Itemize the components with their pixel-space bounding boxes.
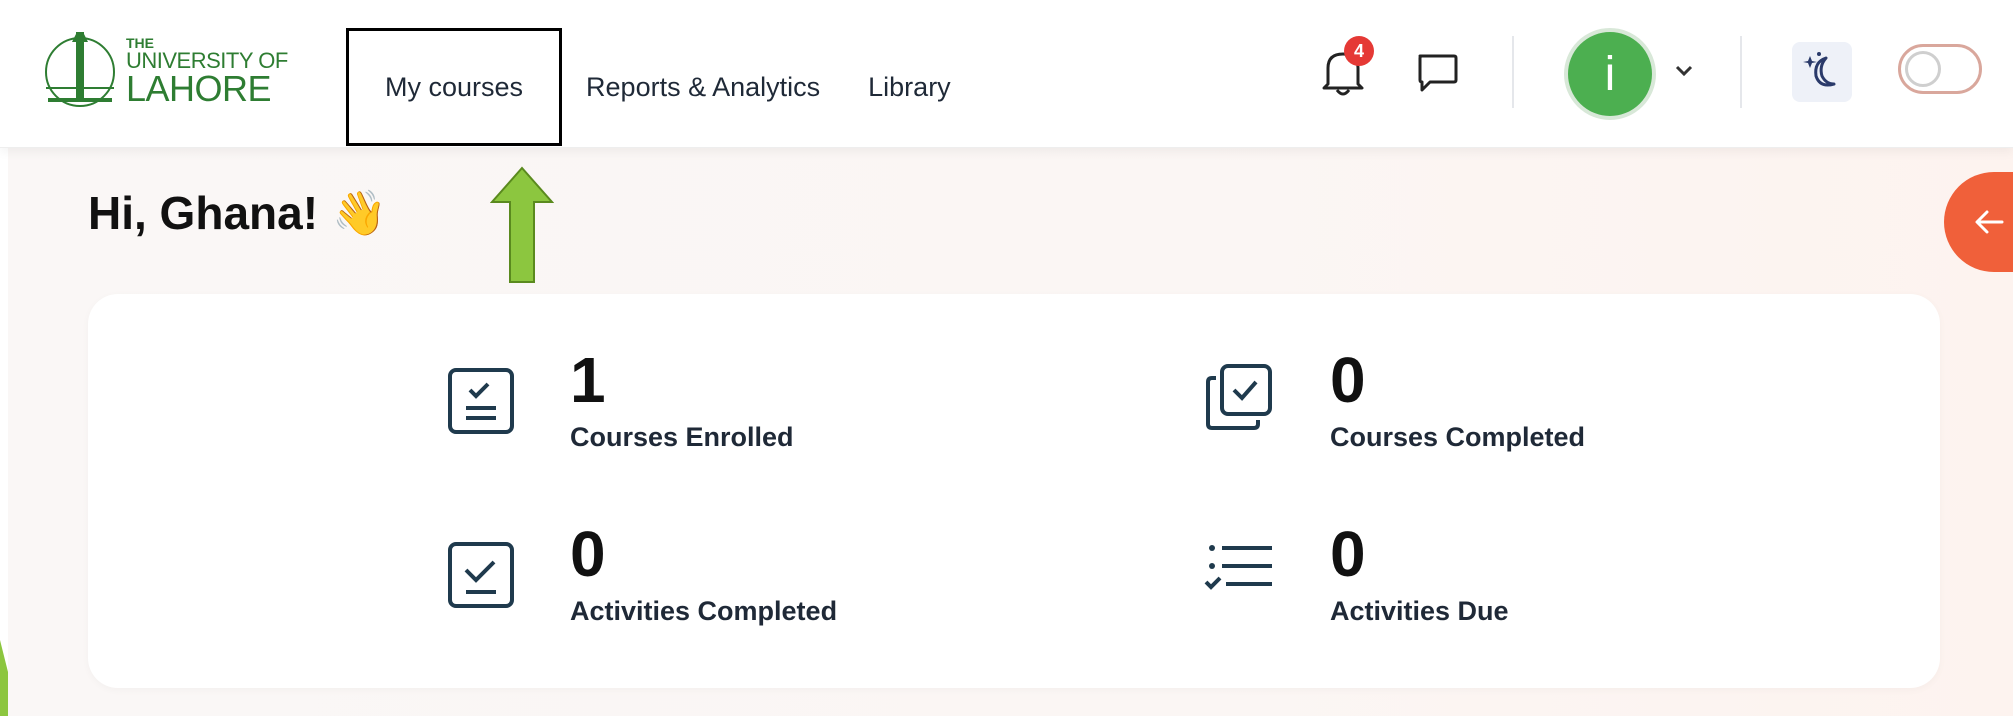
stat-value: 1 [570,344,606,416]
logo-wordmark: THE UNIVERSITY OF LAHORE [126,36,288,109]
arrow-left-icon [1975,210,2004,234]
stat-value: 0 [1330,344,1366,416]
wave-emoji-icon: 👋 [332,189,387,238]
chevron-down-icon[interactable] [1674,64,1694,78]
checklist-icon [448,368,514,434]
stat-label: Activities Due [1330,596,1509,626]
stat-value: 0 [570,518,606,590]
stat-activities-completed[interactable]: 0 Activities Completed [442,518,922,644]
stat-label: Activities Completed [570,596,838,626]
stat-courses-completed[interactable]: 0 Courses Completed [1202,344,1682,470]
stats-summary-card: 1 Courses Enrolled 0 Courses Completed 0… [88,294,1940,688]
primary-nav: My courses Reports & Analytics Library [346,28,975,146]
nav-library[interactable]: Library [844,28,975,146]
top-navbar: THE UNIVERSITY OF LAHORE My courses Repo… [0,0,2013,148]
list-check-icon [1204,545,1272,590]
stat-activities-due[interactable]: 0 Activities Due [1202,518,1682,644]
stat-label: Courses Completed [1330,422,1586,452]
nav-my-courses[interactable]: My courses [346,28,563,146]
logo-line-lahore: LAHORE [126,68,272,109]
stat-value: 0 [1330,518,1366,590]
stat-label: Courses Enrolled [570,422,794,452]
notification-badge: 4 [1344,36,1374,66]
stacked-check-icon [1206,364,1272,430]
user-avatar[interactable]: i [1564,28,1656,120]
toggle-knob [1905,51,1941,87]
page-greeting: Hi, Ghana! 👋 [88,186,387,240]
theme-mode-button[interactable] [1792,42,1852,102]
minar-icon [45,32,115,107]
chat-icon[interactable] [1414,50,1460,94]
moon-stars-icon [1803,52,1836,87]
nav-reports-analytics[interactable]: Reports & Analytics [562,28,844,146]
greeting-text: Hi, Ghana! [88,187,319,239]
header-divider [1512,36,1514,108]
annotation-arrow-icon [490,166,554,283]
check-box-icon [448,542,514,608]
university-logo[interactable]: THE UNIVERSITY OF LAHORE [40,28,300,116]
display-toggle-switch[interactable] [1898,44,1982,94]
header-divider-2 [1740,36,1742,108]
stat-courses-enrolled[interactable]: 1 Courses Enrolled [442,344,922,470]
